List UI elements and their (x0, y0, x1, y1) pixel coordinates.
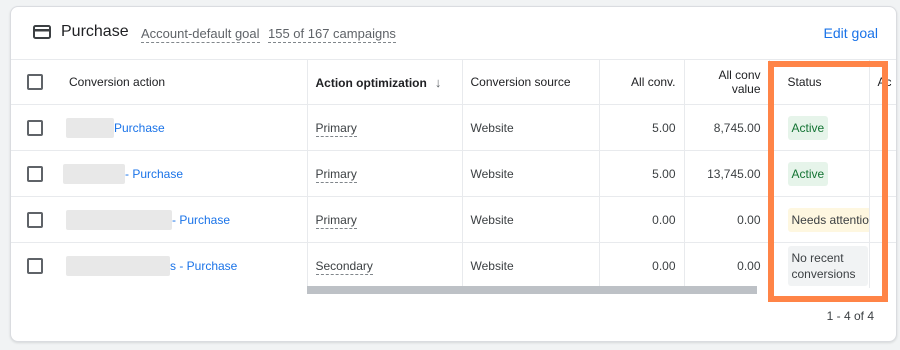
all-conv-cell: 5.00 (598, 104, 684, 151)
select-all-checkbox[interactable] (27, 74, 43, 90)
source-cell: Website (461, 242, 599, 288)
all-conv-cell: 0.00 (598, 196, 684, 243)
all-conv-value-cell: 8,745.00 (683, 104, 769, 151)
campaigns-count-label[interactable]: 155 of 167 campaigns (268, 26, 396, 43)
conversion-action-link[interactable]: - Purchase (172, 213, 230, 227)
source-cell: Website (461, 150, 599, 197)
header-conversion-action[interactable]: Conversion action (61, 59, 307, 105)
goal-card: Purchase Account-default goal 155 of 167… (10, 6, 897, 342)
all-conv-value-cell: 0.00 (683, 242, 769, 288)
row-select-cell (11, 104, 61, 151)
edit-goal-button[interactable]: Edit goal (824, 25, 878, 41)
row-select-cell (11, 150, 61, 197)
optimization-cell: Primary (306, 104, 462, 151)
row-checkbox[interactable] (27, 211, 43, 228)
header-conversion-source[interactable]: Conversion source (461, 59, 599, 105)
status-badge: Active (787, 115, 829, 140)
sort-arrow-down-icon[interactable]: ↓ (435, 75, 442, 90)
redacted-name (66, 255, 170, 276)
table-header-row: Conversion action Action optimization ↓ C… (11, 59, 896, 105)
conversion-action-link[interactable]: - Purchase (125, 167, 183, 181)
table-row[interactable]: - Purchase Primary Website 0.00 0.00 Nee… (11, 196, 896, 243)
status-cell: Needs attention (768, 196, 869, 243)
truncated-cell (868, 196, 896, 243)
goal-title: Purchase (61, 23, 129, 40)
row-checkbox[interactable] (27, 257, 43, 274)
header-all-conv-value-line2: value (731, 82, 761, 96)
table-row[interactable]: - Purchase Primary Website 5.00 13,745.0… (11, 150, 896, 197)
status-cell: Active (768, 104, 869, 151)
select-all-cell (11, 59, 61, 105)
header-action-optimization[interactable]: Action optimization ↓ (306, 59, 462, 105)
truncated-cell (868, 242, 896, 288)
header-status[interactable]: Status (768, 59, 869, 105)
optimization-value[interactable]: Primary (315, 120, 357, 137)
conversion-actions-table: Conversion action Action optimization ↓ C… (11, 59, 896, 288)
optimization-value[interactable]: Primary (315, 166, 357, 183)
pagination-label: 1 - 4 of 4 (826, 309, 874, 323)
source-cell: Website (461, 196, 599, 243)
header-all-conv-value[interactable]: All conv value (683, 59, 769, 105)
header-all-conv-value-line1: All conv (718, 68, 761, 82)
conversion-action-link[interactable]: Purchase (114, 121, 165, 135)
row-checkbox[interactable] (27, 165, 43, 182)
optimization-cell: Secondary (306, 242, 462, 288)
all-conv-value-cell: 13,745.00 (683, 150, 769, 197)
conversion-action-cell: - Purchase (61, 150, 307, 197)
truncated-cell (868, 150, 896, 197)
conversion-action-cell: s - Purchase (61, 242, 307, 288)
status-cell: No recent conversions (768, 242, 869, 288)
goal-header: Purchase Account-default goal 155 of 167… (11, 7, 896, 59)
optimization-cell: Primary (306, 196, 462, 243)
source-cell: Website (461, 104, 599, 151)
conversion-action-cell: Purchase (61, 104, 307, 151)
row-select-cell (11, 242, 61, 288)
redacted-name (63, 163, 125, 184)
redacted-name (66, 209, 172, 230)
all-conv-value-cell: 0.00 (683, 196, 769, 243)
status-badge: No recent conversions (787, 245, 868, 286)
conversion-action-link[interactable]: s - Purchase (170, 259, 237, 273)
all-conv-cell: 5.00 (598, 150, 684, 197)
status-badge: Active (787, 161, 829, 186)
optimization-value[interactable]: Primary (315, 212, 357, 229)
goal-type-label[interactable]: Account-default goal (141, 26, 260, 43)
horizontal-scrollbar[interactable] (307, 286, 757, 294)
header-all-conv[interactable]: All conv. (598, 59, 684, 105)
conversion-action-cell: - Purchase (61, 196, 307, 243)
header-action-optimization-label: Action optimization (315, 75, 427, 90)
all-conv-cell: 0.00 (598, 242, 684, 288)
status-badge: Needs attention (787, 207, 869, 232)
credit-card-icon (33, 25, 51, 39)
redacted-name (66, 117, 114, 138)
status-cell: Active (768, 150, 869, 197)
row-checkbox[interactable] (27, 119, 43, 136)
table-row[interactable]: Purchase Primary Website 5.00 8,745.00 A… (11, 104, 896, 151)
optimization-value[interactable]: Secondary (315, 258, 373, 275)
truncated-cell (868, 104, 896, 151)
row-select-cell (11, 196, 61, 243)
optimization-cell: Primary (306, 150, 462, 197)
table-row[interactable]: s - Purchase Secondary Website 0.00 0.00… (11, 242, 896, 288)
header-truncated-column[interactable]: Ac (868, 59, 896, 105)
